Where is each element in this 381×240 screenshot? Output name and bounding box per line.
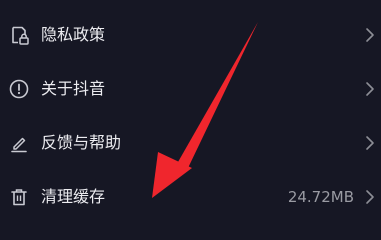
settings-item-clear-cache[interactable]: 清理缓存 24.72MB xyxy=(0,170,381,224)
settings-item-label: 隐私政策 xyxy=(41,25,106,44)
trash-icon xyxy=(8,186,30,208)
settings-item-label: 反馈与帮助 xyxy=(41,133,122,152)
edit-feedback-icon xyxy=(8,132,30,154)
settings-list: 隐私政策 关于抖音 反馈与帮助 清理缓存 24.72MB xyxy=(0,0,381,233)
privacy-lock-icon xyxy=(8,24,30,46)
settings-item-about-douyin[interactable]: 关于抖音 xyxy=(0,62,381,116)
chevron-right-icon xyxy=(365,81,375,97)
settings-item-privacy-policy[interactable]: 隐私政策 xyxy=(0,8,381,62)
settings-item-label: 关于抖音 xyxy=(41,79,106,98)
settings-item-feedback-help[interactable]: 反馈与帮助 xyxy=(0,116,381,170)
chevron-right-icon xyxy=(365,135,375,151)
info-icon xyxy=(8,78,30,100)
settings-item-label: 清理缓存 xyxy=(41,187,106,206)
chevron-right-icon xyxy=(365,27,375,43)
cache-size-value: 24.72MB xyxy=(287,188,354,206)
chevron-right-icon xyxy=(365,189,375,205)
